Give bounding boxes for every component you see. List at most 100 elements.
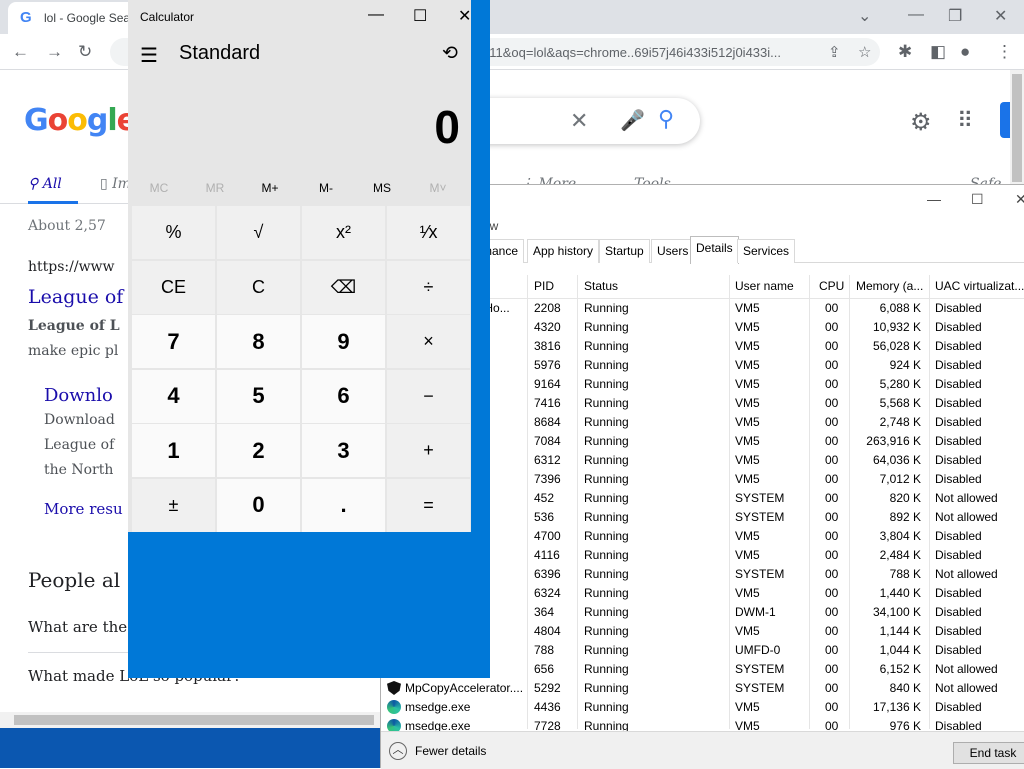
horizontal-scrollbar[interactable] <box>0 712 382 728</box>
search-icon[interactable]: ⚲ <box>658 106 674 132</box>
digit-9-button[interactable]: 9 <box>302 315 385 368</box>
decimal-button[interactable]: . <box>302 478 385 532</box>
percent-button[interactable]: % <box>132 206 215 259</box>
calculator-title: Calculator <box>140 10 195 24</box>
history-icon[interactable]: ⟲ <box>442 42 458 65</box>
more-results-link[interactable]: More resu <box>44 500 123 518</box>
more-menu-icon[interactable]: ⋮ <box>996 42 1013 62</box>
close-icon[interactable]: ✕ <box>1015 191 1024 208</box>
digit-0-button[interactable]: 0 <box>217 478 300 532</box>
google-logo[interactable]: Google <box>24 103 137 138</box>
negate-button[interactable]: ± <box>132 478 215 532</box>
column-header-pid[interactable]: PID <box>534 279 554 293</box>
scrollbar-thumb[interactable] <box>1012 74 1022 182</box>
close-icon[interactable]: ✕ <box>994 6 1007 26</box>
process-cpu: 00 <box>825 472 839 486</box>
process-status: Running <box>584 643 629 657</box>
digit-5-button[interactable]: 5 <box>217 369 300 423</box>
reload-icon[interactable]: ↻ <box>78 42 92 62</box>
calculator-mode: Standard <box>179 42 261 64</box>
square-button[interactable]: x² <box>302 206 385 259</box>
multiply-button[interactable]: × <box>387 315 470 368</box>
result-title-link[interactable]: League of <box>28 286 123 308</box>
table-row[interactable]: MpCopyAccelerator.... 5292 Running SYSTEM 00… <box>381 679 1024 698</box>
divide-button[interactable]: ÷ <box>387 260 470 314</box>
clear-button[interactable]: C <box>217 260 300 314</box>
backspace-button[interactable]: ⌫ <box>302 260 385 314</box>
digit-8-button[interactable]: 8 <box>217 315 300 368</box>
settings-gear-icon[interactable]: ⚙ <box>910 108 932 137</box>
digit-1-button[interactable]: 1 <box>132 424 215 477</box>
tab-app-history[interactable]: App history <box>527 239 600 263</box>
process-status: Running <box>584 605 629 619</box>
tab-services[interactable]: Services <box>737 239 796 263</box>
restore-icon[interactable]: ❐ <box>948 6 962 26</box>
chevron-up-icon[interactable]: ︿ <box>389 742 407 760</box>
column-header-cpu[interactable]: CPU <box>819 279 844 293</box>
column-header-memory[interactable]: Memory (a... <box>856 279 923 293</box>
maximize-icon[interactable]: ☐ <box>413 6 427 26</box>
square-root-button[interactable]: √ <box>217 206 300 259</box>
digit-3-button[interactable]: 3 <box>302 424 385 477</box>
share-icon[interactable]: ⇪ <box>828 43 841 61</box>
minimize-icon[interactable]: — <box>908 6 924 24</box>
clear-search-icon[interactable]: ✕ <box>570 108 588 134</box>
microphone-icon[interactable]: 🎤 <box>620 108 645 133</box>
bookmark-star-icon[interactable]: ☆ <box>858 43 871 61</box>
process-uac: Disabled <box>935 301 982 315</box>
reciprocal-button[interactable]: ¹⁄x <box>387 206 470 259</box>
memory-clear-button[interactable]: MC <box>131 181 187 195</box>
subtract-button[interactable]: − <box>387 369 470 423</box>
minimize-icon[interactable]: — <box>368 6 384 24</box>
task-manager-footer: ︿ Fewer details End task <box>381 731 1024 769</box>
forward-icon[interactable]: → <box>46 42 63 62</box>
memory-store-button[interactable]: MS <box>354 181 410 195</box>
minimize-icon[interactable]: — <box>927 191 941 207</box>
memory-add-button[interactable]: M+ <box>242 181 298 195</box>
profile-icon[interactable]: ● <box>960 42 970 62</box>
equals-button[interactable]: = <box>387 478 470 532</box>
memory-subtract-button[interactable]: M- <box>298 181 354 195</box>
tab-users[interactable]: Users <box>651 239 695 263</box>
vertical-scrollbar[interactable] <box>1010 70 1024 186</box>
tab-all[interactable]: ⚲ All <box>28 176 62 192</box>
column-header-user[interactable]: User name <box>735 279 794 293</box>
question-item[interactable]: What are the <box>28 618 127 636</box>
tab-startup[interactable]: Startup <box>599 239 650 263</box>
maximize-icon[interactable]: ☐ <box>971 191 984 208</box>
table-row[interactable]: msedge.exe 4436 Running VM5 00 17,136 K Disabl… <box>381 698 1024 717</box>
download-link[interactable]: Downlo <box>44 385 113 406</box>
chevron-down-icon[interactable]: ⌄ <box>858 6 871 26</box>
back-icon[interactable]: ← <box>12 42 29 62</box>
close-icon[interactable]: ✕ <box>458 6 471 26</box>
extensions-icon[interactable]: ✱ <box>898 42 912 62</box>
process-status: Running <box>584 358 629 372</box>
process-pid: 7416 <box>534 396 561 410</box>
add-button[interactable]: + <box>387 424 470 477</box>
digit-2-button[interactable]: 2 <box>217 424 300 477</box>
search-box[interactable]: ✕ 🎤 ⚲ <box>470 98 700 144</box>
process-uac: Disabled <box>935 548 982 562</box>
memory-recall-button[interactable]: MR <box>187 181 243 195</box>
digit-7-button[interactable]: 7 <box>132 315 215 368</box>
process-status: Running <box>584 491 629 505</box>
process-status: Running <box>584 548 629 562</box>
process-user: VM5 <box>735 529 760 543</box>
apps-grid-icon[interactable]: ⠿ <box>957 108 973 134</box>
side-panel-icon[interactable]: ◧ <box>930 42 946 62</box>
digit-4-button[interactable]: 4 <box>132 369 215 423</box>
process-pid: 364 <box>534 605 555 619</box>
column-header-uac[interactable]: UAC virtualizat... <box>935 279 1024 293</box>
memory-list-button[interactable]: M˅ <box>410 181 466 195</box>
process-pid: 5292 <box>534 681 561 695</box>
scrollbar-thumb[interactable] <box>14 715 374 725</box>
tab-details[interactable]: Details <box>690 236 739 264</box>
column-header-status[interactable]: Status <box>584 279 618 293</box>
result-url[interactable]: https://www <box>28 259 115 275</box>
clear-entry-button[interactable]: CE <box>132 260 215 314</box>
digit-6-button[interactable]: 6 <box>302 369 385 423</box>
hamburger-menu-icon[interactable]: ☰ <box>140 43 158 68</box>
fewer-details-button[interactable]: Fewer details <box>415 744 486 758</box>
end-task-button[interactable]: End task <box>953 742 1024 764</box>
process-status: Running <box>584 377 629 391</box>
